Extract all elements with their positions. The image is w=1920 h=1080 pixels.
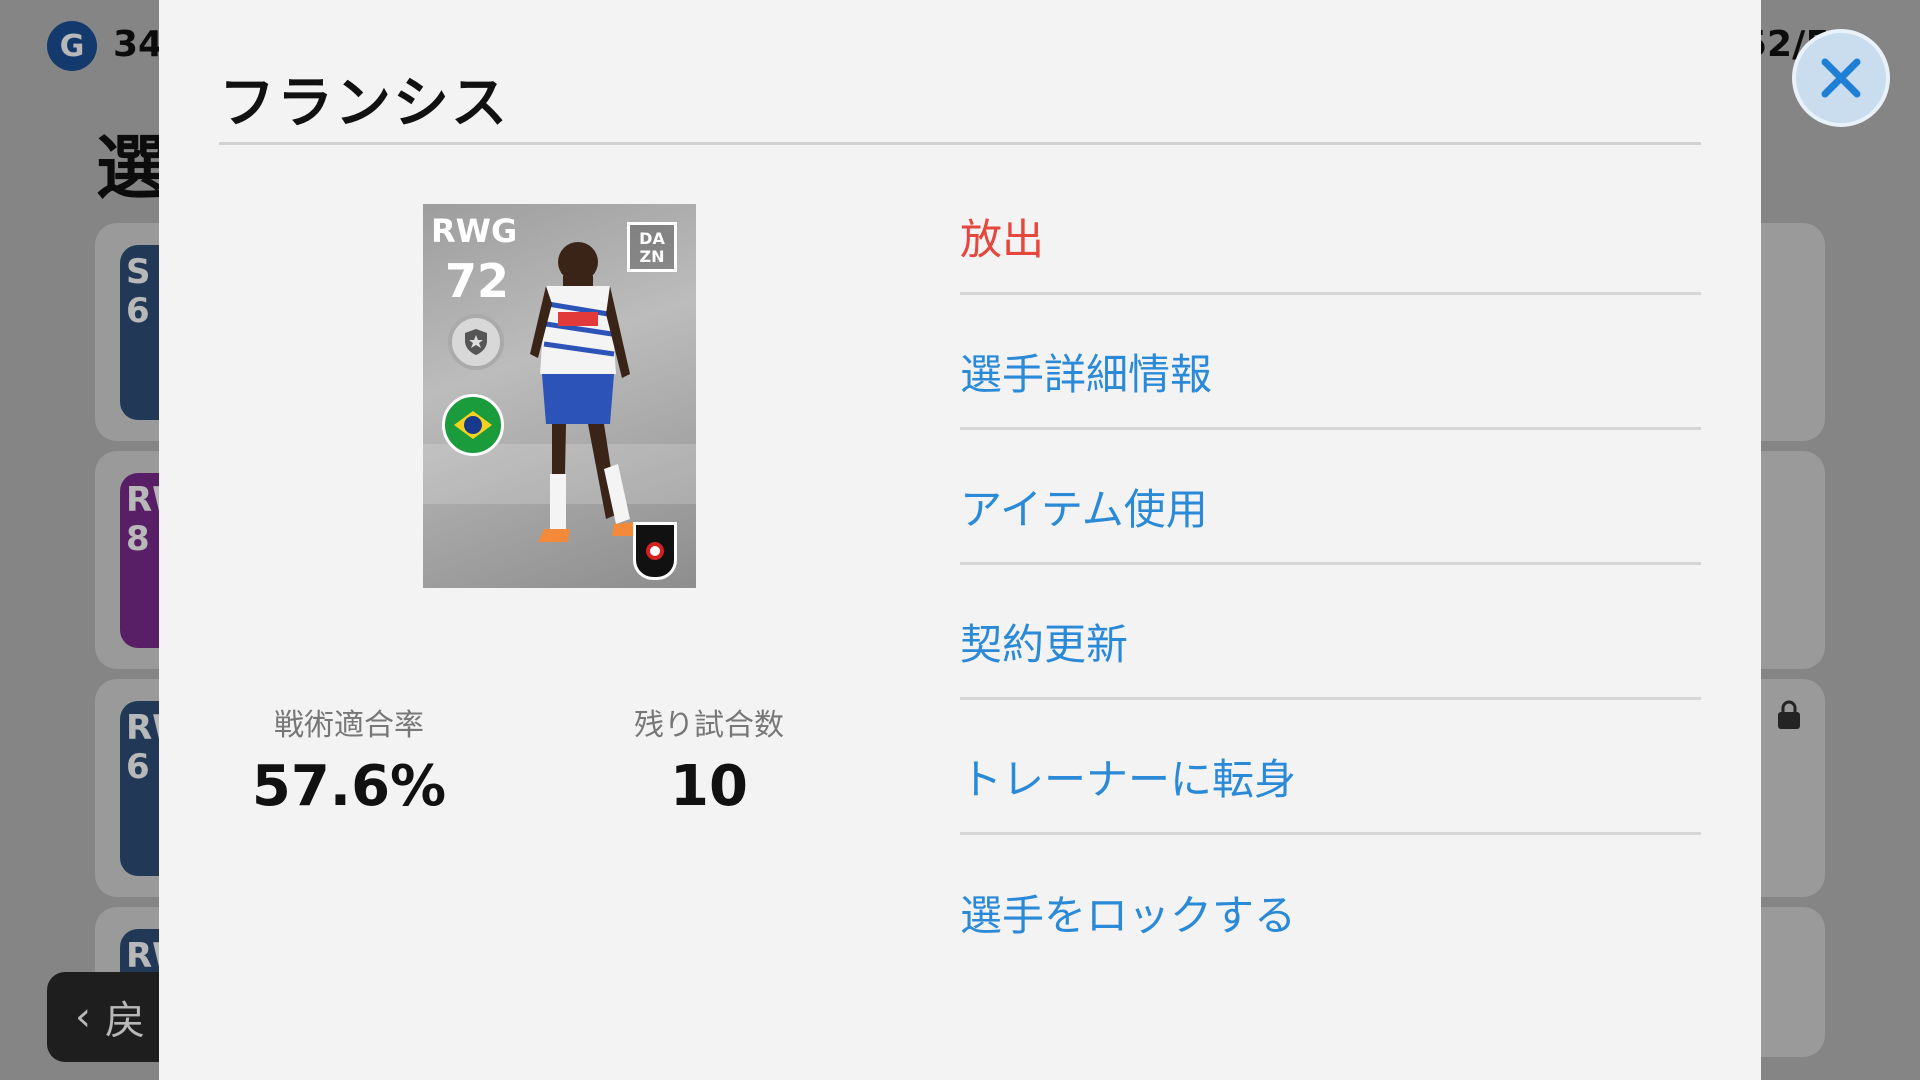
- card-position: RWG: [431, 212, 518, 250]
- stat-label: 戦術適合率: [274, 708, 424, 743]
- action-menu: 放出 選手詳細情報 アイテム使用 契約更新 トレーナーに転身 選手をロックする: [960, 160, 1701, 970]
- player-name-title: フランシス: [219, 71, 509, 136]
- j-league-logo: [633, 522, 677, 580]
- use-item-button[interactable]: アイテム使用: [960, 430, 1701, 565]
- player-card: RWG 72 DA ZN: [423, 204, 696, 588]
- close-icon: [1821, 58, 1861, 98]
- stat-value: 57.6%: [251, 754, 447, 819]
- become-trainer-button[interactable]: トレーナーに転身: [960, 700, 1701, 835]
- title-divider: [219, 142, 1701, 145]
- stat-label: 残り試合数: [634, 708, 784, 743]
- brazil-flag-icon: [442, 394, 504, 456]
- release-button[interactable]: 放出: [960, 160, 1701, 295]
- card-rating: 72: [445, 254, 510, 308]
- tactical-fit-stat: 戦術適合率 57.6%: [239, 700, 459, 819]
- player-photo: [530, 242, 634, 542]
- renew-contract-button[interactable]: 契約更新: [960, 565, 1701, 700]
- player-action-modal: フランシス RWG 72 DA ZN 戦術適合率 57.6% 残り試合数 10 …: [159, 0, 1761, 1080]
- close-button[interactable]: [1792, 29, 1890, 127]
- shield-emblem-icon: [448, 314, 504, 370]
- stat-value: 10: [670, 754, 748, 819]
- player-details-button[interactable]: 選手詳細情報: [960, 295, 1701, 430]
- lock-player-button[interactable]: 選手をロックする: [960, 835, 1701, 970]
- remaining-matches-stat: 残り試合数 10: [599, 700, 819, 819]
